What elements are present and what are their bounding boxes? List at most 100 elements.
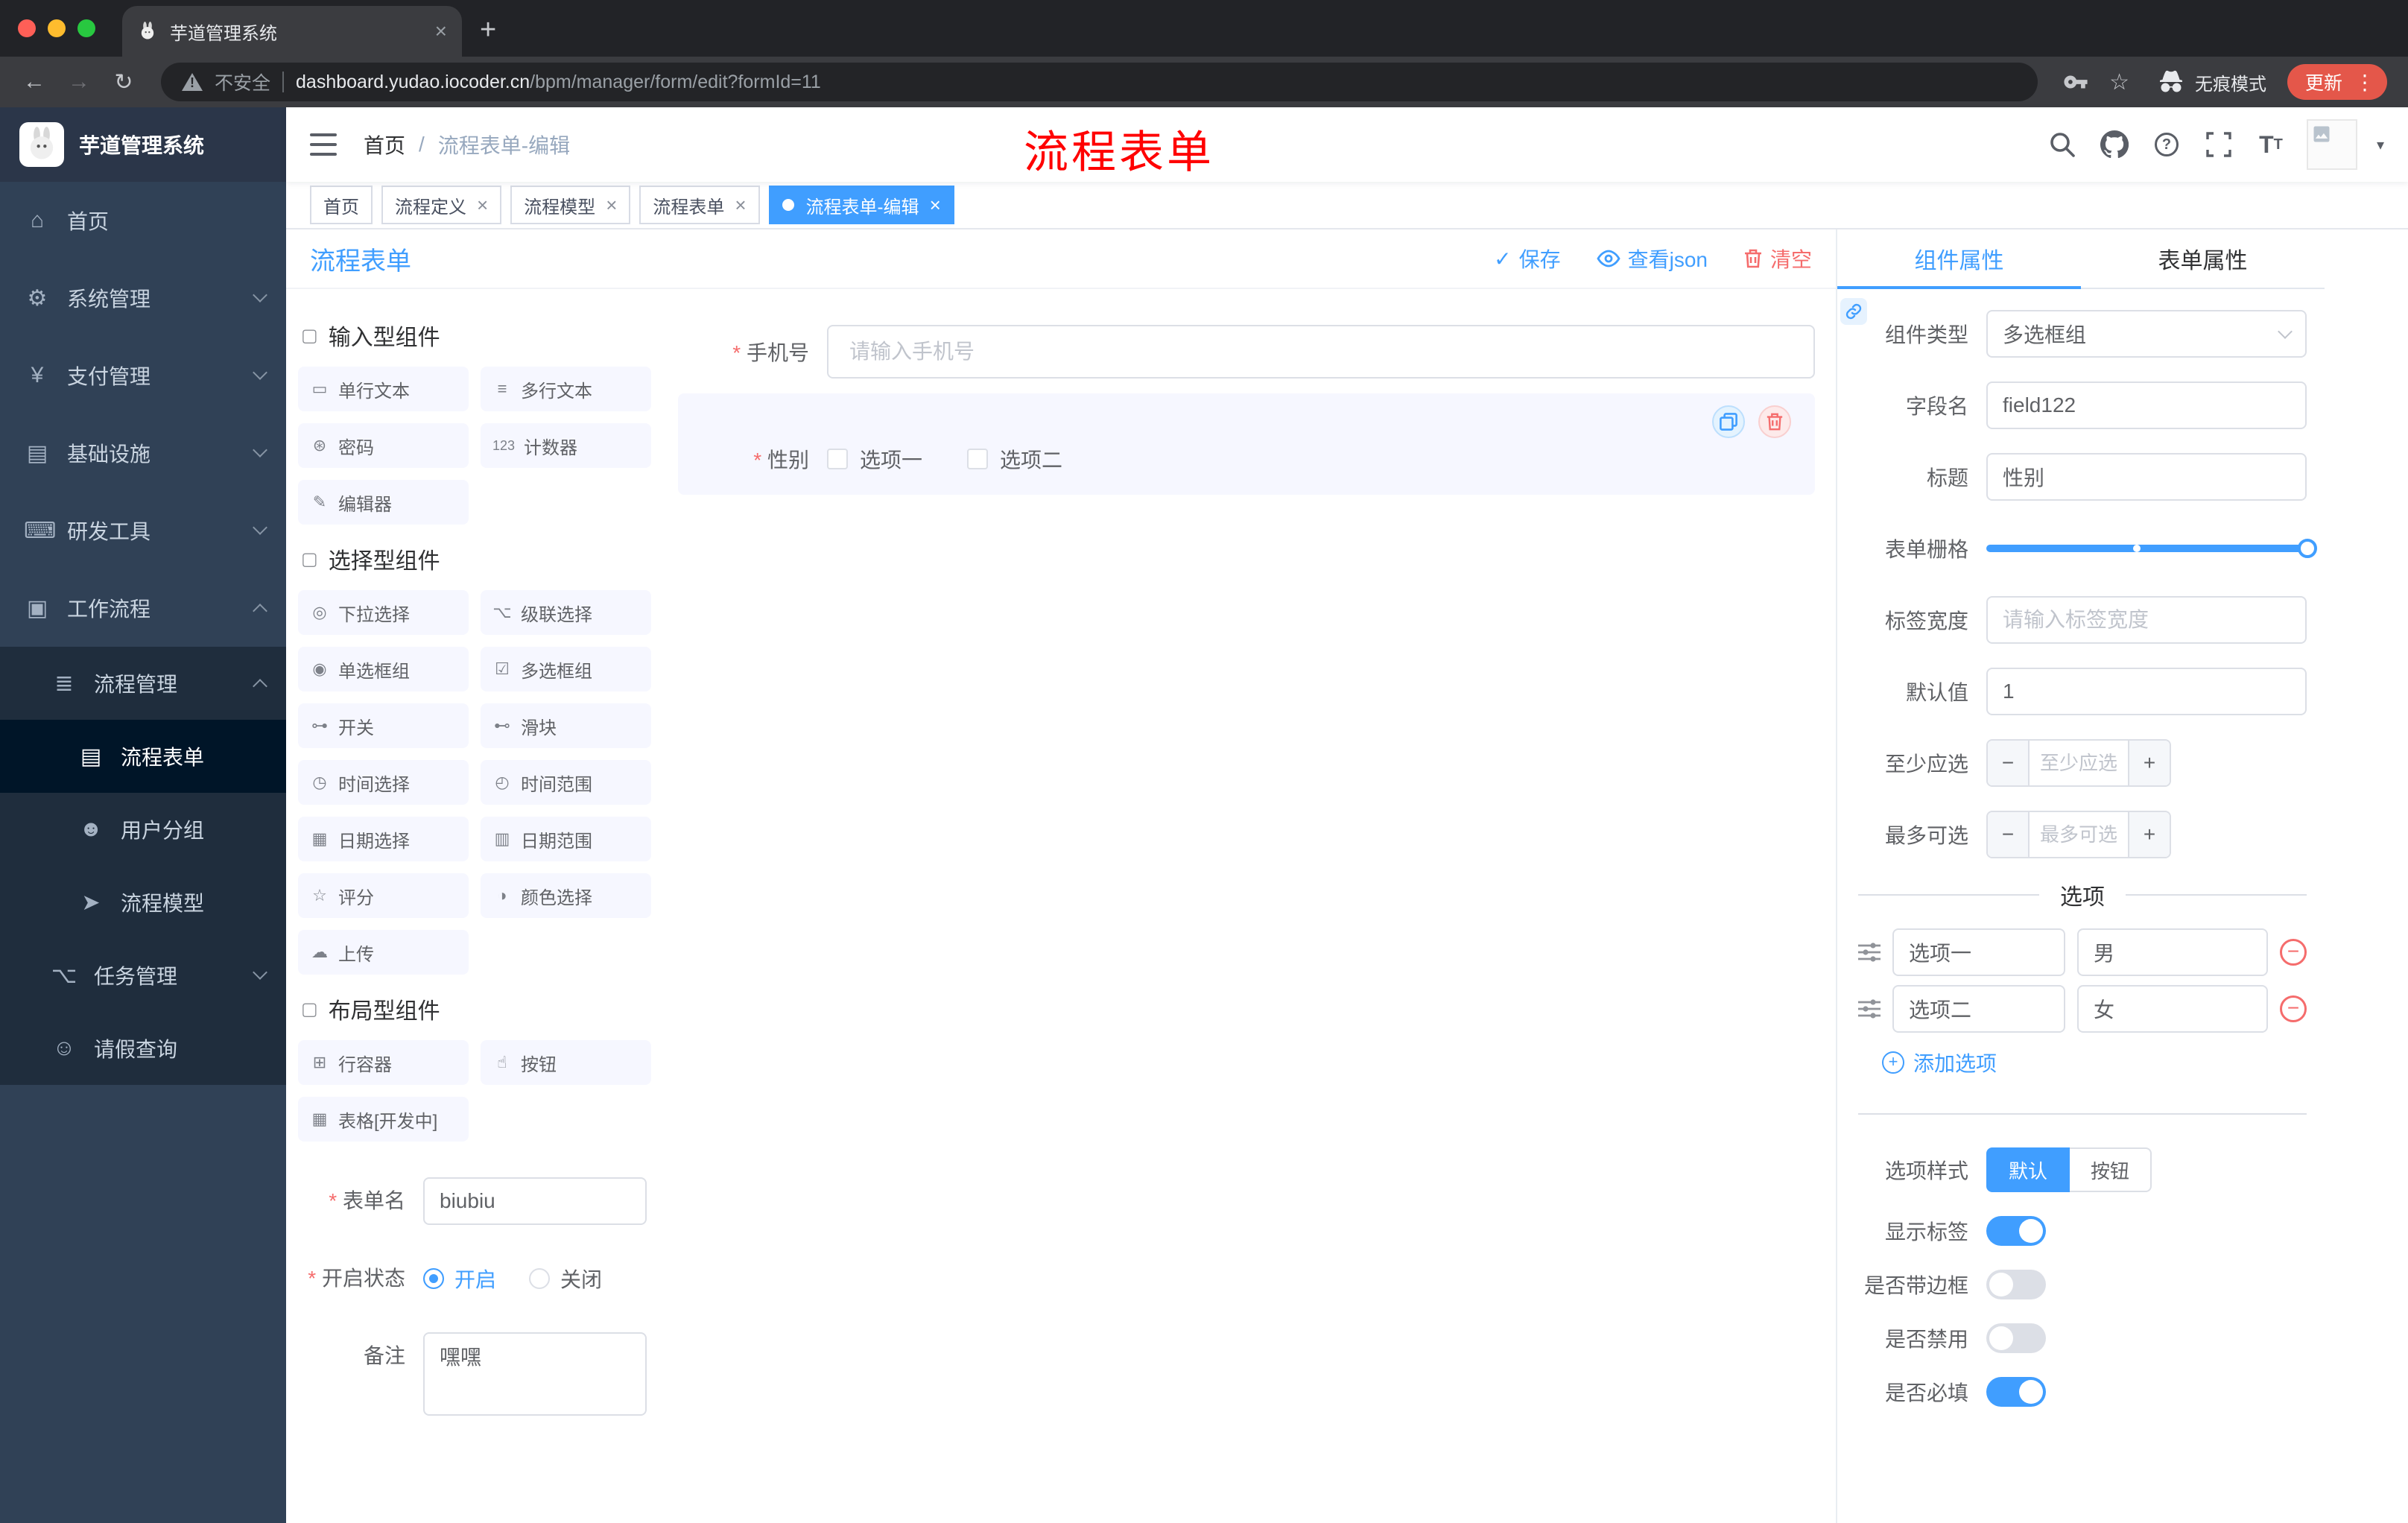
breadcrumb-home[interactable]: 首页 bbox=[364, 130, 405, 159]
palette-item-textarea[interactable]: ≡ 多行文本 bbox=[481, 367, 651, 411]
default-value-input[interactable] bbox=[1986, 668, 2307, 715]
help-icon[interactable]: ? bbox=[2150, 128, 2183, 161]
option-label-input[interactable] bbox=[1892, 985, 2065, 1033]
avatar-dropdown-caret-icon[interactable]: ▾ bbox=[2377, 136, 2384, 154]
tag-close-icon[interactable]: × bbox=[930, 194, 941, 217]
palette-item-cascader[interactable]: ⌥ 级联选择 bbox=[481, 590, 651, 635]
address-bar[interactable]: 不安全 dashboard.yudao.iocoder.cn/bpm/manag… bbox=[161, 63, 2038, 101]
save-button[interactable]: ✓ 保存 bbox=[1494, 244, 1560, 273]
option-label-input[interactable] bbox=[1892, 928, 2065, 976]
tag-close-icon[interactable]: × bbox=[735, 194, 746, 217]
minimize-window-button[interactable] bbox=[48, 19, 66, 37]
tag-process-form[interactable]: 流程表单 × bbox=[639, 186, 760, 224]
sidebar-item-infra[interactable]: ▤ 基础设施 bbox=[0, 414, 286, 492]
sidebar-item-task-mgmt[interactable]: ⌥ 任务管理 bbox=[0, 939, 286, 1012]
status-off-radio[interactable]: 关闭 bbox=[529, 1264, 602, 1294]
gender-option2-checkbox[interactable]: 选项二 bbox=[967, 444, 1062, 474]
sidebar-item-process-form[interactable]: ▤ 流程表单 bbox=[0, 720, 286, 793]
max-select-input[interactable] bbox=[2030, 812, 2128, 857]
field-name-input[interactable] bbox=[1986, 381, 2307, 429]
border-toggle[interactable] bbox=[1986, 1270, 2046, 1299]
palette-item-single-text[interactable]: ▭ 单行文本 bbox=[298, 367, 469, 411]
palette-item-select[interactable]: ◎ 下拉选择 bbox=[298, 590, 469, 635]
palette-item-color-picker[interactable]: ◑ 颜色选择 bbox=[481, 873, 651, 918]
palette-item-rate[interactable]: ☆ 评分 bbox=[298, 873, 469, 918]
gender-option1-checkbox[interactable]: 选项一 bbox=[827, 444, 922, 474]
reload-button[interactable]: ↻ bbox=[104, 69, 143, 95]
tag-process-model[interactable]: 流程模型 × bbox=[510, 186, 631, 224]
palette-item-password[interactable]: ⊛ 密码 bbox=[298, 423, 469, 468]
min-select-input[interactable] bbox=[2030, 741, 2128, 785]
browser-menu-icon[interactable]: ⋮ bbox=[2354, 70, 2375, 95]
sidebar-collapse-icon[interactable] bbox=[310, 133, 337, 156]
back-button[interactable]: ← bbox=[15, 69, 54, 95]
phone-input[interactable] bbox=[827, 325, 1815, 379]
sidebar-item-payment[interactable]: ¥ 支付管理 bbox=[0, 337, 286, 414]
avatar[interactable] bbox=[2306, 119, 2357, 170]
sidebar-item-home[interactable]: ⌂ 首页 bbox=[0, 182, 286, 259]
tag-process-form-edit[interactable]: 流程表单-编辑 × bbox=[768, 186, 954, 224]
palette-item-checkbox-group[interactable]: ☑ 多选框组 bbox=[481, 647, 651, 691]
close-window-button[interactable] bbox=[18, 19, 36, 37]
form-canvas[interactable]: 手机号 bbox=[663, 289, 1836, 1523]
maximize-window-button[interactable] bbox=[77, 19, 95, 37]
form-name-input[interactable] bbox=[423, 1177, 647, 1225]
copy-widget-button[interactable] bbox=[1712, 405, 1745, 438]
component-type-select[interactable] bbox=[1986, 310, 2307, 358]
font-size-icon[interactable]: TT bbox=[2255, 128, 2287, 161]
palette-item-upload[interactable]: ☁ 上传 bbox=[298, 930, 469, 975]
view-json-button[interactable]: 查看json bbox=[1596, 244, 1708, 273]
tag-process-definition[interactable]: 流程定义 × bbox=[381, 186, 502, 224]
slider-handle[interactable] bbox=[2298, 539, 2317, 558]
palette-item-switch[interactable]: ⊶ 开关 bbox=[298, 703, 469, 748]
component-type-value[interactable] bbox=[1986, 310, 2307, 358]
drag-handle-icon[interactable] bbox=[1858, 999, 1881, 1019]
disabled-toggle[interactable] bbox=[1986, 1323, 2046, 1353]
palette-item-counter[interactable]: 123 计数器 bbox=[481, 423, 651, 468]
bookmark-star-icon[interactable]: ☆ bbox=[2109, 69, 2129, 95]
sidebar-item-user-group[interactable]: ☻ 用户分组 bbox=[0, 793, 286, 866]
palette-item-button[interactable]: ☝ 按钮 bbox=[481, 1040, 651, 1085]
increase-button[interactable]: + bbox=[2128, 741, 2170, 785]
remove-option-button[interactable]: − bbox=[2280, 995, 2307, 1022]
palette-item-table[interactable]: ▦ 表格[开发中] bbox=[298, 1097, 469, 1142]
style-default-button[interactable]: 默认 bbox=[1986, 1147, 2070, 1192]
palette-item-row-container[interactable]: ⊞ 行容器 bbox=[298, 1040, 469, 1085]
form-remark-textarea[interactable]: 嘿嘿 bbox=[423, 1332, 647, 1416]
tag-close-icon[interactable]: × bbox=[477, 194, 488, 217]
tab-component-props[interactable]: 组件属性 bbox=[1837, 229, 2081, 289]
sidebar-item-workflow[interactable]: ▣ 工作流程 bbox=[0, 569, 286, 647]
sidebar-item-devtools[interactable]: ⌨ 研发工具 bbox=[0, 492, 286, 569]
new-tab-button[interactable]: + bbox=[480, 14, 496, 46]
label-width-input[interactable] bbox=[1986, 596, 2307, 644]
github-icon[interactable] bbox=[2098, 128, 2131, 161]
palette-item-time-picker[interactable]: ◷ 时间选择 bbox=[298, 760, 469, 805]
palette-item-radio-group[interactable]: ◉ 单选框组 bbox=[298, 647, 469, 691]
tab-close-icon[interactable]: × bbox=[435, 19, 447, 43]
sidebar-item-leave-query[interactable]: ☺ 请假查询 bbox=[0, 1012, 286, 1085]
browser-tab[interactable]: 芋道管理系统 × bbox=[122, 6, 462, 57]
browser-update-button[interactable]: 更新 ⋮ bbox=[2287, 64, 2387, 100]
palette-item-date-picker[interactable]: ▦ 日期选择 bbox=[298, 817, 469, 861]
tag-home[interactable]: 首页 bbox=[310, 186, 373, 224]
search-icon[interactable] bbox=[2046, 128, 2079, 161]
tag-close-icon[interactable]: × bbox=[606, 194, 617, 217]
slider-track[interactable] bbox=[1986, 539, 2317, 558]
option-value-input[interactable] bbox=[2077, 928, 2268, 976]
gender-field-widget-selected[interactable]: 性别 选项一 选项二 bbox=[678, 393, 1815, 495]
forward-button[interactable]: → bbox=[60, 69, 98, 95]
form-grid-slider[interactable] bbox=[1986, 525, 2317, 572]
status-on-radio[interactable]: 开启 bbox=[423, 1264, 496, 1294]
palette-item-editor[interactable]: ✎ 编辑器 bbox=[298, 480, 469, 525]
phone-field-row[interactable]: 手机号 bbox=[678, 325, 1815, 379]
increase-button[interactable]: + bbox=[2128, 812, 2170, 857]
style-button-button[interactable]: 按钮 bbox=[2070, 1147, 2152, 1192]
decrease-button[interactable]: − bbox=[1988, 812, 2030, 857]
palette-item-time-range[interactable]: ◴ 时间范围 bbox=[481, 760, 651, 805]
remove-option-button[interactable]: − bbox=[2280, 939, 2307, 966]
sidebar-item-process-model[interactable]: ➤ 流程模型 bbox=[0, 866, 286, 939]
delete-widget-button[interactable] bbox=[1758, 405, 1791, 438]
palette-item-slider[interactable]: ⊷ 滑块 bbox=[481, 703, 651, 748]
option-value-input[interactable] bbox=[2077, 985, 2268, 1033]
fullscreen-icon[interactable] bbox=[2202, 128, 2235, 161]
